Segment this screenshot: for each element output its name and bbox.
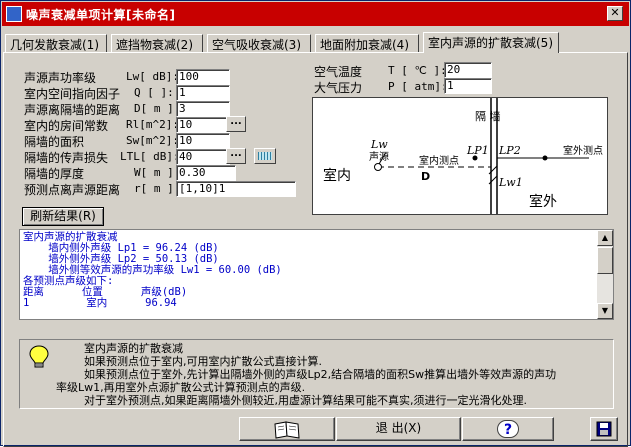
lp2-text: LP2	[498, 144, 521, 157]
predict-distance-input[interactable]: [1,10]1	[176, 181, 296, 197]
field-symbol: Rl[m^2]:	[126, 118, 179, 131]
wall-area-input[interactable]: 10	[176, 133, 230, 149]
results-textbox[interactable]: 室内声源的扩散衰减 墙内侧外声级 Lp1 = 96.24 (dB) 墙外侧外声级…	[19, 229, 614, 320]
field-label: 隔墙的面积	[24, 135, 85, 149]
source-symbol-text: Lw	[370, 138, 388, 151]
close-button[interactable]: ✕	[607, 6, 623, 21]
title-bar[interactable]: 噪声衰减单项计算[未命名] ✕	[2, 2, 629, 26]
tab-strip: 几何发散衰减(1) 遮挡物衰减(2) 空气吸收衰减(3) 地面附加衰减(4) 室…	[3, 32, 628, 53]
scroll-down-icon[interactable]: ▼	[597, 303, 613, 319]
field-symbol: Q [ ]:	[134, 86, 174, 99]
directivity-input[interactable]: 1	[176, 85, 230, 101]
distance-d-text: D	[421, 170, 430, 183]
tab-ground[interactable]: 地面附加衰减(4)	[315, 34, 419, 52]
floppy-disk-icon	[596, 421, 612, 437]
source-label-text: 声源	[369, 150, 389, 163]
field-label: 预测点离声源距离	[24, 183, 121, 197]
field-symbol: D[ m ]:	[134, 102, 181, 115]
field-symbol: Sw[m^2]:	[126, 134, 179, 147]
results-scrollbar[interactable]: ▲ ▼	[597, 230, 613, 319]
scroll-thumb[interactable]	[597, 247, 613, 274]
exit-button[interactable]: 退 出(X)	[336, 417, 461, 441]
lw1-text: Lw1	[498, 176, 523, 189]
field-label: 室内的房间常数	[24, 119, 109, 133]
field-label: 空气温度	[314, 65, 363, 79]
field-symbol: T [ ℃ ]:	[388, 64, 447, 77]
table-grid-button[interactable]	[254, 148, 276, 164]
field-label: 隔墙的厚度	[24, 167, 85, 181]
grid-icon	[258, 152, 272, 160]
field-symbol: Lw[ dB]:	[126, 70, 179, 83]
lp1-text: LP1	[466, 144, 489, 157]
tab-barrier[interactable]: 遮挡物衰减(2)	[111, 34, 203, 52]
help-line: 率级Lw1,再用室外点源扩散公式计算预测点的声级.	[56, 381, 306, 394]
indoor-point-text: 室内测点	[419, 154, 459, 167]
tab-indoor-source[interactable]: 室内声源的扩散衰减(5)	[423, 32, 559, 53]
field-symbol: r[ m ]:	[134, 182, 181, 195]
wall-diagram: 室内 室外 隔 墙 Lw 声源 室内测点 室外测点 LP1 LP2 Lw1 D	[312, 97, 608, 215]
book-icon	[274, 421, 300, 439]
main-window: 噪声衰减单项计算[未命名] ✕ 几何发散衰减(1) 遮挡物衰减(2) 空气吸收衰…	[0, 0, 631, 447]
field-symbol: LTL[ dB]:	[120, 150, 180, 163]
outdoor-point-text: 室外测点	[563, 144, 603, 157]
air-pressure-input[interactable]: 1	[444, 78, 492, 94]
result-line: 1 室内 96.94	[23, 297, 177, 309]
field-label: 声源声功率级	[24, 71, 97, 85]
tab-air-absorption[interactable]: 空气吸收衰减(3)	[207, 34, 311, 52]
help-line: 室内声源的扩散衰减	[84, 342, 183, 355]
save-button[interactable]	[590, 417, 618, 441]
field-label: 室内空间指向因子	[24, 87, 121, 101]
wall-thickness-input[interactable]: 0.30	[176, 165, 236, 181]
field-label: 大气压力	[314, 81, 363, 95]
help-button[interactable]: ?	[462, 417, 554, 441]
source-marker	[374, 163, 382, 171]
transmission-loss-input[interactable]: 40	[176, 149, 230, 165]
field-symbol: W[ m ]:	[134, 166, 181, 179]
indoor-text: 室内	[323, 167, 351, 184]
window-title: 噪声衰减单项计算[未命名]	[26, 7, 176, 22]
help-panel: 室内声源的扩散衰减 如果预测点位于室内,可用室内扩散公式直接计算. 如果预测点位…	[19, 339, 614, 409]
room-constant-input[interactable]: 10	[176, 117, 230, 133]
tab-panel: 声源声功率级 Lw[ dB]: 100 室内空间指向因子 Q [ ]: 1 声源…	[3, 52, 628, 447]
scroll-up-icon[interactable]: ▲	[597, 230, 613, 246]
lightbulb-icon	[29, 345, 49, 368]
room-constant-picker-button[interactable]: ...	[226, 116, 246, 132]
sound-power-input[interactable]: 100	[176, 69, 230, 85]
outdoor-text: 室外	[529, 193, 557, 210]
question-icon: ?	[497, 420, 519, 438]
field-label: 隔墙的传声损失	[24, 151, 109, 165]
book-button[interactable]	[239, 417, 335, 441]
transmission-loss-picker-button[interactable]: ...	[226, 148, 246, 164]
help-line: 对于室外预测点,如果距离隔墙外侧较近,用虚源计算结果可能不真实,须进行一定光滑化…	[84, 394, 527, 407]
outdoor-point-marker	[542, 155, 548, 161]
field-symbol: P [ atm]:	[388, 80, 448, 93]
refresh-results-button[interactable]: 刷新结果(R)	[22, 207, 104, 226]
help-line: 如果预测点位于室外,先计算出隔墙外侧的声级Lp2,结合隔墙的面积Sw推算出墙外等…	[84, 368, 557, 381]
wall-distance-input[interactable]: 3	[176, 101, 230, 117]
field-label: 声源离隔墙的距离	[24, 103, 121, 117]
app-icon	[6, 6, 22, 22]
help-line: 如果预测点位于室内,可用室内扩散公式直接计算.	[84, 355, 322, 368]
air-temperature-input[interactable]: 20	[444, 62, 492, 78]
tab-geometric-divergence[interactable]: 几何发散衰减(1)	[5, 34, 107, 52]
diagram-svg: 室内 室外 隔 墙 Lw 声源 室内测点 室外测点 LP1 LP2 Lw1 D	[323, 98, 603, 214]
wall-text: 隔 墙	[475, 109, 501, 123]
lw1-pointer	[488, 175, 498, 185]
